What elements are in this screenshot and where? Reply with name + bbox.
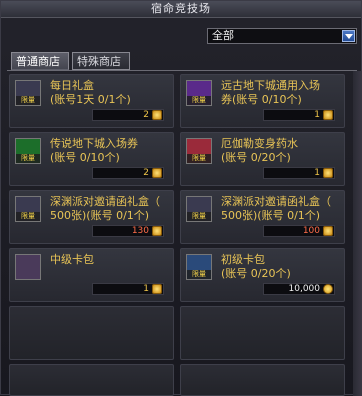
coin-icon xyxy=(152,284,162,294)
gold-coin-icon xyxy=(323,284,333,294)
item-icon: 限量 xyxy=(186,138,212,164)
filter-row: 全部 xyxy=(1,25,362,47)
item-grid: 限量 每日礼盒 (账号1天 0/1个) 2 限量 远古地下城通用入场 券(账号 0/… xyxy=(9,74,359,396)
window-title: 宿命竞技场 xyxy=(1,1,361,18)
empty-slot xyxy=(9,364,174,396)
item-name: 每日礼盒 (账号1天 0/1个) xyxy=(50,79,131,106)
item-price: 100 xyxy=(302,226,320,236)
shop-item[interactable]: 限量 每日礼盒 (账号1天 0/1个) 2 xyxy=(9,74,174,128)
price-box: 1 xyxy=(263,109,335,121)
item-icon: 限量 xyxy=(15,138,41,164)
category-dropdown[interactable]: 全部 xyxy=(207,28,357,44)
limited-badge: 限量 xyxy=(16,96,40,105)
item-name: 中级卡包 xyxy=(50,253,94,266)
price-box: 2 xyxy=(92,167,164,179)
limited-badge: 限量 xyxy=(187,270,211,279)
category-dropdown-value: 全部 xyxy=(212,29,234,42)
arena-shop-window: 宿命竞技场 全部 普通商店 特殊商店 限量 每日礼盒(账号1天 0/1个) 2 xyxy=(0,0,362,396)
item-price: 2 xyxy=(143,110,149,120)
shop-item[interactable]: 限量 传说地下城入场券 (账号 0/10个) 2 xyxy=(9,132,174,186)
coin-icon xyxy=(323,226,333,236)
tab-special-shop[interactable]: 特殊商店 xyxy=(72,52,130,70)
price-box: 1 xyxy=(263,167,335,179)
item-icon xyxy=(15,254,41,280)
price-box: 1 xyxy=(92,283,164,295)
tab-normal-shop[interactable]: 普通商店 xyxy=(11,52,69,70)
background-edge xyxy=(353,71,362,396)
shop-item[interactable]: 限量 深渊派对邀请函礼盒（ 500张)(账号 0/1个) 100 xyxy=(180,190,345,244)
shop-item[interactable]: 限量 厄伽勒变身药水 (账号 0/20个) 1 xyxy=(180,132,345,186)
item-name: 远古地下城通用入场 券(账号 0/10个) xyxy=(221,79,320,106)
item-name: 深渊派对邀请函礼盒（ 500张)(账号 0/1个) xyxy=(50,195,160,222)
shop-item[interactable]: 中级卡包 1 xyxy=(9,248,174,302)
price-box: 100 xyxy=(263,225,335,237)
limited-badge: 限量 xyxy=(187,212,211,221)
shop-item[interactable]: 限量 初级卡包 (账号 0/20个) 10,000 xyxy=(180,248,345,302)
empty-slot xyxy=(180,306,345,360)
chevron-down-icon[interactable] xyxy=(342,30,355,42)
item-name: 深渊派对邀请函礼盒（ 500张)(账号 0/1个) xyxy=(221,195,331,222)
limited-badge: 限量 xyxy=(187,154,211,163)
item-icon: 限量 xyxy=(186,196,212,222)
limited-badge: 限量 xyxy=(16,212,40,221)
item-name: 厄伽勒变身药水 (账号 0/20个) xyxy=(221,137,298,164)
coin-icon xyxy=(152,110,162,120)
price-box: 130 xyxy=(92,225,164,237)
item-price: 2 xyxy=(143,168,149,178)
item-price: 1 xyxy=(143,284,149,294)
item-name: 初级卡包 (账号 0/20个) xyxy=(221,253,291,280)
item-price: 1 xyxy=(314,110,320,120)
item-price: 130 xyxy=(131,226,149,236)
price-box: 10,000 xyxy=(263,283,335,295)
shop-item[interactable]: 限量 远古地下城通用入场 券(账号 0/10个) 1 xyxy=(180,74,345,128)
coin-icon xyxy=(323,168,333,178)
item-icon: 限量 xyxy=(15,80,41,106)
item-name: 传说地下城入场券 (账号 0/10个) xyxy=(50,137,138,164)
limited-badge: 限量 xyxy=(16,154,40,163)
item-icon: 限量 xyxy=(186,254,212,280)
item-price: 1 xyxy=(314,168,320,178)
limited-badge: 限量 xyxy=(187,96,211,105)
coin-icon xyxy=(152,168,162,178)
coin-icon xyxy=(323,110,333,120)
coin-icon xyxy=(152,226,162,236)
item-price: 10,000 xyxy=(288,284,321,294)
divider xyxy=(7,70,357,71)
empty-slot xyxy=(180,364,345,396)
empty-slot xyxy=(9,306,174,360)
item-icon: 限量 xyxy=(15,196,41,222)
price-box: 2 xyxy=(92,109,164,121)
shop-item[interactable]: 限量 深渊派对邀请函礼盒（ 500张)(账号 0/1个) 130 xyxy=(9,190,174,244)
item-icon: 限量 xyxy=(186,80,212,106)
